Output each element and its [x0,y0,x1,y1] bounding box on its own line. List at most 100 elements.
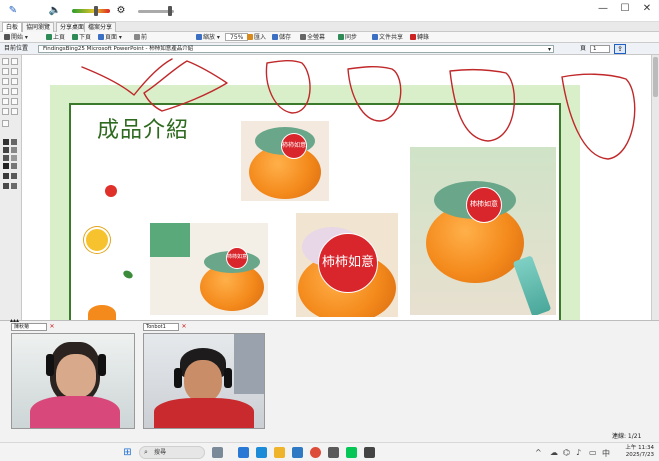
camera-select-2[interactable]: Tonbot1 [143,323,179,331]
taskbar-search[interactable]: 搜尋 [139,446,205,459]
pen-tool-icon[interactable] [2,68,9,75]
url-dropdown-icon[interactable]: ▾ [548,46,551,53]
page-select[interactable]: 1 [590,45,610,53]
zoom-button[interactable]: 縮放 ▾ [196,33,220,42]
minimize-button[interactable]: — [592,2,614,16]
file-explorer-icon[interactable] [274,447,285,458]
tool-palette [0,55,22,320]
wifi-icon[interactable]: ⌬ [563,448,570,457]
line-width-bold[interactable] [11,183,17,189]
video-panel: ▴▴▴ 陳秋菊 ✕ Tonbot1 ✕ 連線: 1/21 [0,317,659,442]
connection-status: 連線: 1/21 [612,433,642,440]
doc-share-button[interactable]: 文件共享 [372,33,403,42]
edge-icon[interactable] [256,447,267,458]
color-swatch-light[interactable] [11,155,17,161]
scrollbar-thumb[interactable] [653,57,658,97]
close-button[interactable]: ✕ [636,2,658,16]
taskview-icon[interactable] [212,447,223,458]
tab-cobrowse[interactable]: 協同瀏覽 [22,22,55,32]
tray-chevron-icon[interactable]: ^ [535,448,542,457]
speed-slider-knob[interactable] [168,6,172,16]
color-swatch-mid[interactable] [11,147,17,153]
search-icon: ⌕ [144,448,148,456]
tab-file-share[interactable]: 檔案分享 [84,22,117,32]
import-icon [247,34,253,40]
app-icon[interactable] [364,447,375,458]
record-icon [410,34,416,40]
line-width-thick[interactable] [3,183,9,189]
rect-tool-icon[interactable] [2,78,9,85]
chrome-icon[interactable] [310,447,321,458]
text-tool-icon[interactable] [11,58,18,65]
ellipse-tool-icon[interactable] [11,78,18,85]
person-face-2 [184,360,222,402]
pen-icon[interactable]: ✎ [6,4,20,18]
import-button[interactable]: 匯入 [247,33,266,42]
arrow-tool-icon[interactable] [11,98,18,105]
clock[interactable]: 上午 11:34 2025/7/23 [622,445,654,459]
camera-select-1[interactable]: 陳秋菊 [11,323,47,331]
front-button[interactable]: 前 [134,33,147,42]
taskbar: ⊞ 搜尋 ⌕ ^ ☁ ⌬ ♪ ▭ 中 上午 11:34 2025/7/23 [0,442,659,461]
save-button[interactable]: 儲存 [272,33,291,42]
camera-close-icon-1[interactable]: ✕ [49,324,55,330]
vertical-scrollbar[interactable] [651,55,659,320]
start-icon [4,34,10,40]
battery-icon[interactable]: ▭ [589,448,597,457]
language-icon[interactable]: 中 [602,448,610,459]
highlight-tool-icon[interactable] [2,98,9,105]
whiteboard-canvas[interactable]: 成品介紹 柿柿如意 柿柿如意 柿柿如意 柿柿如意 [22,55,651,320]
page-button[interactable]: 頁面 ▾ [98,33,122,42]
line-icon[interactable] [346,447,357,458]
color-swatch-dark[interactable] [3,147,9,153]
sync-button[interactable]: 同步 [338,33,357,42]
speaker-icon[interactable]: 🔈 [48,4,62,18]
eraser-tool-icon[interactable] [2,88,9,95]
color-swatch-stone[interactable] [11,163,17,169]
widgets-icon[interactable] [238,447,249,458]
fullscreen-icon [300,34,306,40]
windows-start-icon[interactable]: ⊞ [122,447,133,458]
tab-whiteboard[interactable]: 白板 [2,22,23,32]
zoom-icon [196,34,202,40]
volume-icon[interactable]: ♪ [576,448,581,457]
front-icon [134,34,140,40]
prev-page-button[interactable]: 上頁 [46,33,65,42]
doc-share-icon [372,34,378,40]
go-icon[interactable]: ⇪ [614,44,626,54]
next-page-button[interactable]: 下頁 [72,33,91,42]
record-button[interactable]: 轉錄 [410,33,429,42]
fill-tool-icon[interactable] [11,88,18,95]
redo-tool-icon[interactable] [11,108,18,115]
color-swatch-slate[interactable] [3,155,9,161]
mail-icon[interactable] [292,447,303,458]
zoom-select[interactable]: 75% [225,33,249,41]
network-icon[interactable]: ☁ [550,448,558,457]
volume-slider-knob[interactable] [93,6,98,16]
gear-icon[interactable]: ⚙ [114,4,128,18]
address-label: 目前位置 [4,45,29,52]
annotation-stroke-5 [449,68,516,142]
annotation-stroke-3 [265,60,311,114]
line-width-thin[interactable] [3,173,9,179]
color-swatch-gray[interactable] [11,139,17,145]
store-icon[interactable] [328,447,339,458]
undo-tool-icon[interactable] [2,108,9,115]
clear-tool-icon[interactable] [2,120,9,127]
maximize-button[interactable]: ☐ [614,2,636,16]
tab-bar: 白板 協同瀏覽 分享桌面 檔案分享 [0,22,659,32]
line-width-medium[interactable] [11,173,17,179]
fullscreen-button[interactable]: 全螢幕 [300,33,325,42]
next-icon [72,34,78,40]
color-swatch-ink[interactable] [3,163,9,169]
url-field[interactable]: FindingsBing25 Microsoft PowerPoint - 柿柿… [38,45,554,53]
annotation-stroke-1 [81,58,173,96]
color-swatch-black[interactable] [3,139,9,145]
person-shirt-2 [154,398,254,428]
page-label: 頁 [580,45,587,52]
camera-close-icon-2[interactable]: ✕ [181,324,187,330]
pointer-tool-icon[interactable] [2,58,9,65]
start-button[interactable]: 開始 ▾ [4,33,28,42]
line-tool-icon[interactable] [11,68,18,75]
title-bar: ✎ 🔈 ⚙ — ☐ ✕ [0,0,659,22]
